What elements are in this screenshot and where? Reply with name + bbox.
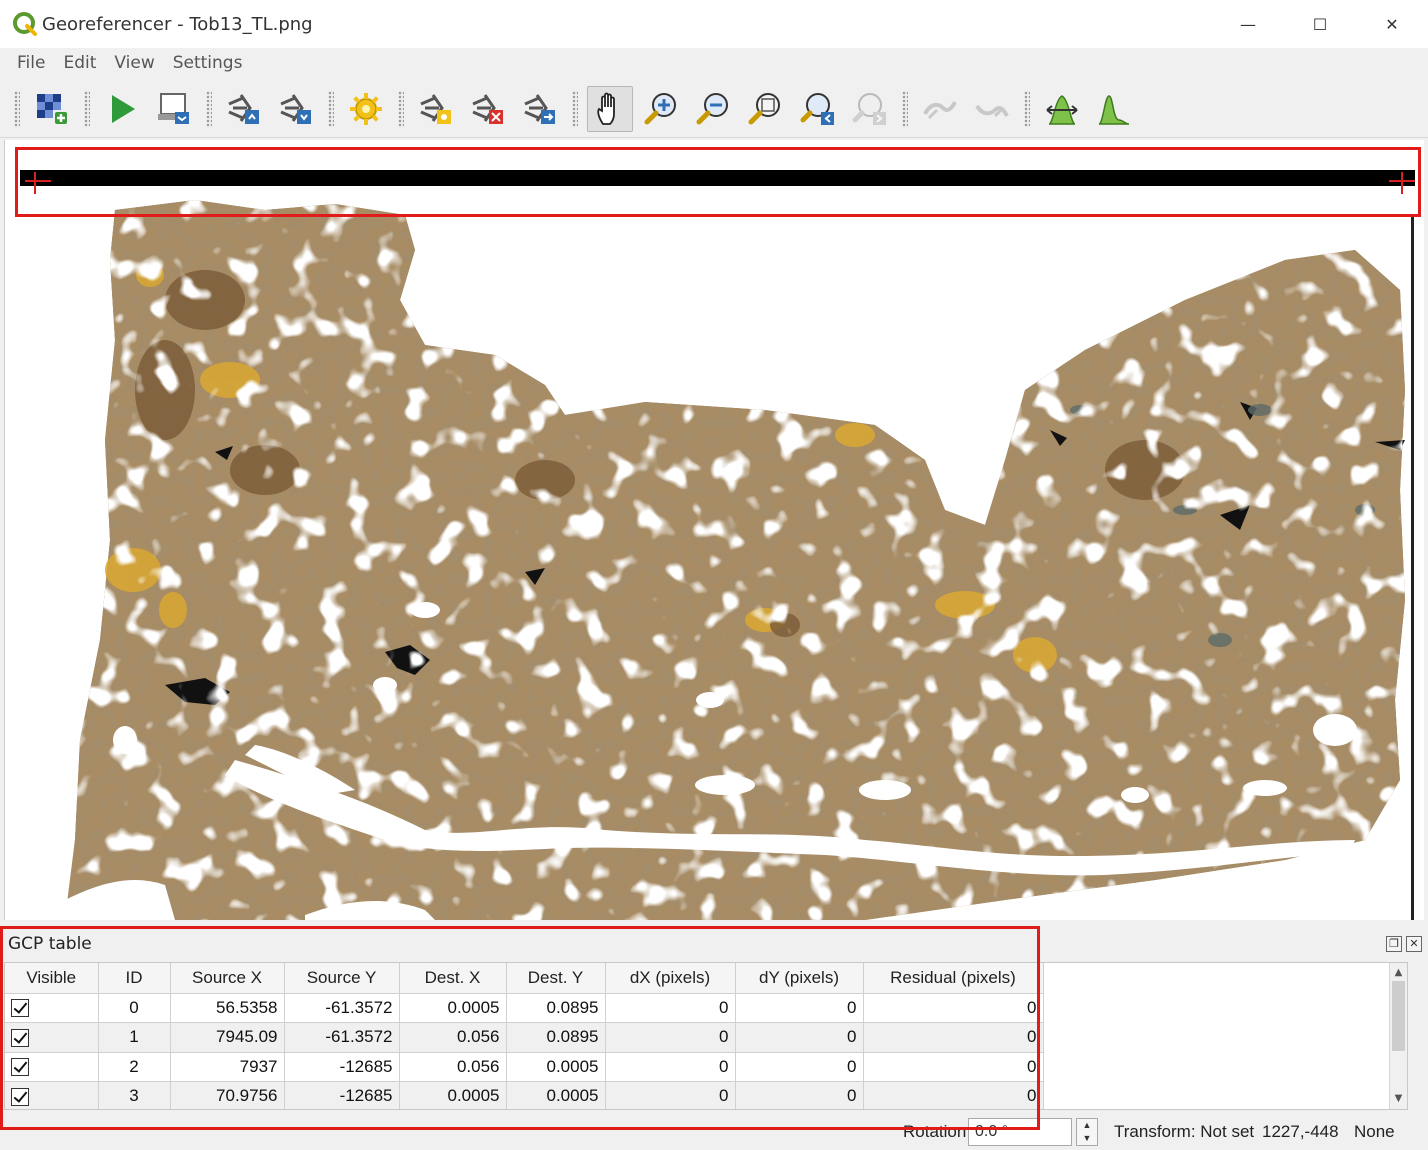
toolbar-grip-5[interactable] (398, 90, 404, 127)
link-qgis-to-georeferencer-icon (975, 104, 1009, 117)
thin-section-sample (65, 200, 1405, 920)
coordinate-readout: 1227,-448 (1262, 1122, 1339, 1141)
load-gcp-points-icon (228, 93, 259, 124)
move-gcp-point-button[interactable] (517, 86, 563, 132)
pan-button[interactable] (587, 85, 633, 132)
full-histogram-stretch-icon (1046, 94, 1078, 125)
generate-gdal-script-button[interactable] (151, 86, 197, 132)
local-histogram-stretch-icon (1098, 94, 1130, 125)
highlight-top-band (15, 147, 1421, 217)
map-canvas[interactable] (4, 140, 1424, 920)
zoom-out-button[interactable] (691, 86, 737, 132)
zoom-out-icon (696, 92, 728, 124)
scroll-up-icon[interactable]: ▲ (1390, 963, 1407, 981)
qgis-logo-icon (13, 12, 37, 36)
minimize-button[interactable]: — (1212, 0, 1284, 48)
window-title: Georeferencer - Tob13_TL.png (42, 13, 313, 35)
zoom-in-button[interactable] (639, 86, 685, 132)
toolbar-grip-2[interactable] (84, 90, 90, 127)
link-georeferencer-to-qgis-button[interactable] (917, 86, 963, 132)
scroll-down-icon[interactable]: ▼ (1390, 1089, 1407, 1107)
link-qgis-to-georeferencer-button[interactable] (969, 86, 1015, 132)
delete-point-icon (472, 93, 503, 124)
close-panel-button[interactable]: ✕ (1406, 936, 1422, 952)
save-gcp-points-button[interactable] (273, 86, 319, 132)
link-georeferencer-to-qgis-icon (923, 100, 957, 119)
toolbar-grip[interactable] (14, 90, 20, 127)
start-georeferencing-icon (112, 94, 135, 123)
rotation-spinner[interactable]: ▲ ▼ (1076, 1118, 1098, 1146)
menu-edit[interactable]: Edit (54, 53, 105, 73)
toolbar (0, 80, 1428, 138)
open-raster-button[interactable] (29, 86, 75, 132)
menu-bar: File Edit View Settings (0, 48, 1428, 78)
toolbar-grip-7[interactable] (902, 90, 908, 127)
delete-point-button[interactable] (465, 86, 511, 132)
scroll-thumb[interactable] (1392, 981, 1405, 1051)
move-gcp-point-icon (524, 93, 555, 124)
toolbar-grip-3[interactable] (206, 90, 212, 127)
gcp-table-scrollbar[interactable]: ▲ ▼ (1389, 963, 1407, 1109)
zoom-last-icon (800, 92, 834, 125)
transformation-settings-button[interactable] (343, 86, 389, 132)
zoom-to-layer-button[interactable] (743, 86, 789, 132)
title-bar: Georeferencer - Tob13_TL.png — ☐ ✕ (0, 0, 1428, 48)
open-raster-icon (37, 93, 67, 124)
start-georeferencing-button[interactable] (99, 86, 145, 132)
crs-label[interactable]: None (1354, 1122, 1395, 1142)
menu-file[interactable]: File (8, 53, 54, 73)
add-point-icon (420, 93, 451, 124)
window-controls: — ☐ ✕ (1212, 0, 1428, 48)
menu-view[interactable]: View (105, 53, 163, 73)
toolbar-grip-8[interactable] (1024, 90, 1030, 127)
generate-gdal-script-icon (158, 92, 189, 124)
transform-status: Transform: Not set (1114, 1122, 1255, 1141)
full-histogram-stretch-button[interactable] (1039, 86, 1085, 132)
zoom-next-button[interactable] (847, 86, 893, 132)
float-panel-button[interactable]: ❐ (1386, 936, 1402, 952)
zoom-next-icon (852, 92, 886, 125)
dock-buttons: ❐ ✕ (1386, 936, 1422, 952)
transformation-settings-icon (350, 92, 382, 125)
add-point-button[interactable] (413, 86, 459, 132)
maximize-button[interactable]: ☐ (1284, 0, 1356, 48)
close-button[interactable]: ✕ (1356, 0, 1428, 48)
toolbar-grip-4[interactable] (328, 90, 334, 127)
zoom-to-layer-icon (748, 92, 780, 124)
menu-settings[interactable]: Settings (164, 53, 252, 73)
pan-icon (597, 92, 615, 125)
zoom-last-button[interactable] (795, 86, 841, 132)
local-histogram-stretch-button[interactable] (1091, 86, 1137, 132)
georeferencer-window: Georeferencer - Tob13_TL.png — ☐ ✕ File … (0, 0, 1428, 1150)
save-gcp-points-icon (280, 93, 311, 124)
load-gcp-points-button[interactable] (221, 86, 267, 132)
toolbar-grip-6[interactable] (572, 90, 578, 127)
highlight-gcp-table (0, 926, 1040, 1130)
zoom-in-icon (644, 92, 676, 124)
raster-image (20, 170, 1415, 920)
